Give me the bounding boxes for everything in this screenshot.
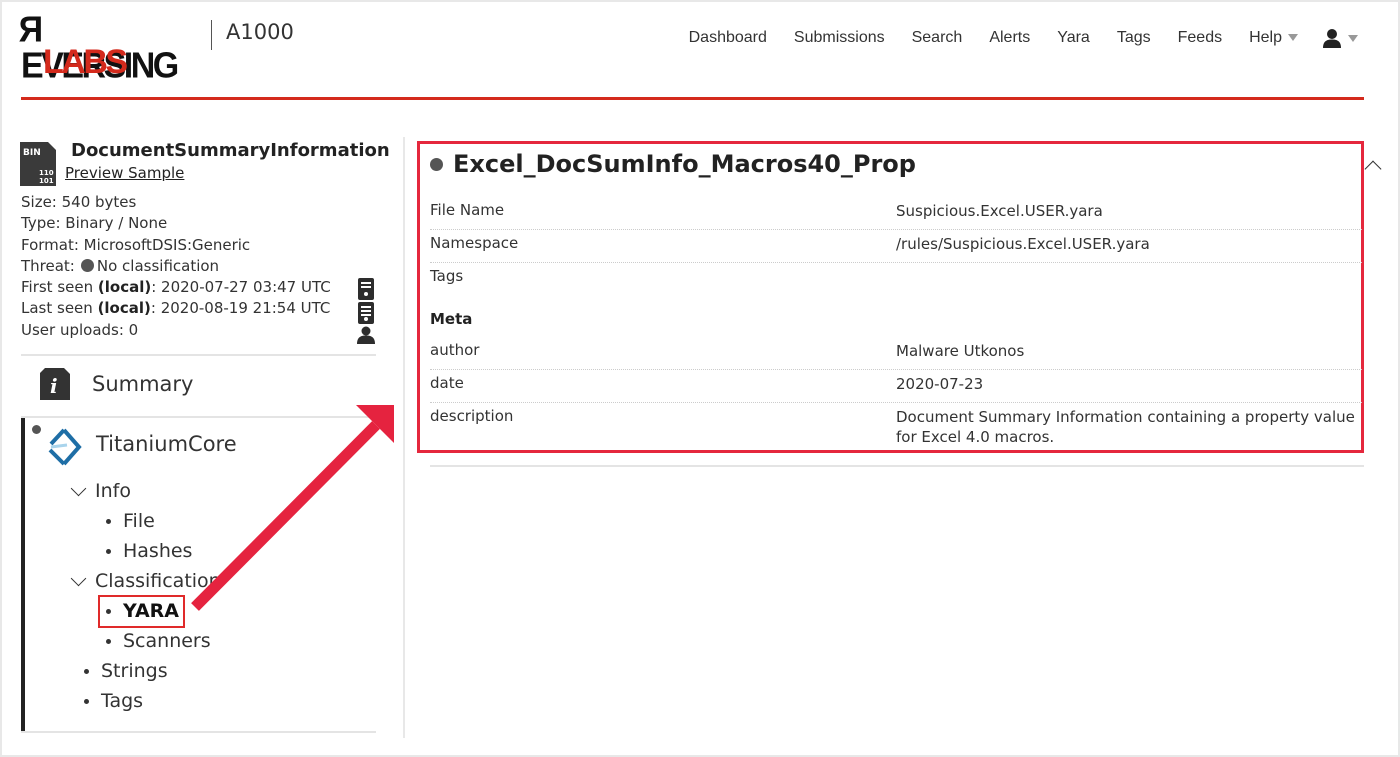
bullet-icon [84, 668, 89, 674]
row-divider [430, 262, 1362, 263]
binary-file-icon: BIN 110 101 [20, 142, 56, 186]
logo-wordmark-bottom: LABS [43, 43, 128, 81]
rule-status-dot-icon [430, 157, 443, 171]
threat-status-dot-icon [80, 258, 94, 272]
sidebar-item-summary[interactable]: i Summary [40, 364, 370, 404]
nav-help[interactable]: Help [1249, 29, 1298, 47]
main-nav: Dashboard Submissions Search Alerts Yara… [662, 28, 1358, 48]
tree-item-scanners[interactable]: Scanners [106, 630, 211, 652]
nav-alerts[interactable]: Alerts [989, 29, 1030, 47]
nav-search[interactable]: Search [912, 29, 963, 47]
tree-item-strings[interactable]: Strings [84, 660, 168, 682]
tree-item-file[interactable]: File [106, 510, 155, 532]
tree-group-classification[interactable]: Classification [70, 570, 221, 592]
caret-down-icon [1348, 34, 1358, 42]
svg-text:i: i [50, 374, 58, 398]
user-icon [1323, 29, 1341, 48]
reversinglabs-logo[interactable]: REVERSING LABS [21, 10, 196, 84]
svg-text:101: 101 [39, 177, 54, 185]
caret-down-icon [1288, 34, 1298, 42]
sample-size: Size: 540 bytes [21, 193, 137, 211]
tree-item-hashes[interactable]: Hashes [106, 540, 192, 562]
sample-threat: Threat: No classification [21, 256, 220, 275]
row-divider [430, 369, 1362, 370]
sidebar-item-titaniumcore[interactable]: TitaniumCore [96, 432, 237, 456]
chevron-down-icon [70, 570, 87, 586]
bullet-icon [106, 518, 111, 524]
panel-separator [403, 137, 405, 738]
bullet-icon [106, 548, 111, 554]
sample-format: Format: MicrosoftDSIS:Generic [21, 235, 251, 254]
bullet-icon [84, 698, 89, 704]
sample-first-seen: First seen (local): 2020-07-27 03:47 UTC [21, 278, 331, 297]
nav-dashboard[interactable]: Dashboard [689, 29, 767, 47]
divider [430, 465, 1364, 467]
titaniumcore-logo-icon [48, 428, 82, 466]
yara-highlight-box [98, 595, 185, 628]
sample-title: DocumentSummaryInformation [71, 140, 390, 161]
nav-submissions[interactable]: Submissions [794, 29, 885, 47]
info-file-icon: i [40, 368, 70, 400]
row-divider [430, 402, 1362, 403]
server-user-icon [357, 278, 375, 344]
sample-user-uploads: User uploads: 0 [21, 320, 139, 339]
row-divider [430, 229, 1362, 230]
logo-separator [211, 20, 212, 50]
tree-group-info[interactable]: Info [70, 480, 131, 502]
sample-properties: Size: 540 bytes Type: Binary / None Form… [21, 192, 331, 341]
sample-last-seen: Last seen (local): 2020-08-19 21:54 UTC [21, 299, 331, 318]
svg-text:BIN: BIN [23, 148, 41, 158]
bullet-icon [106, 638, 111, 644]
chevron-down-icon [70, 480, 87, 496]
divider [21, 354, 376, 356]
nav-tags[interactable]: Tags [1117, 29, 1151, 47]
sample-type: Type: Binary / None [21, 214, 168, 233]
tree-item-tags[interactable]: Tags [84, 690, 143, 712]
yara-rule-title: Excel_DocSumInfo_Macros40_Prop [430, 150, 916, 178]
svg-text:110: 110 [39, 169, 54, 177]
nav-feeds[interactable]: Feeds [1178, 29, 1222, 47]
header-rule [21, 97, 1364, 100]
meta-heading: Meta [430, 310, 473, 328]
product-name: A1000 [226, 20, 294, 44]
user-menu[interactable] [1322, 28, 1358, 48]
sidebar-item-label: Summary [92, 372, 194, 396]
active-indicator-dot [32, 425, 41, 434]
nav-yara[interactable]: Yara [1057, 29, 1090, 47]
preview-sample-link[interactable]: Preview Sample [65, 164, 184, 182]
divider [21, 731, 376, 733]
